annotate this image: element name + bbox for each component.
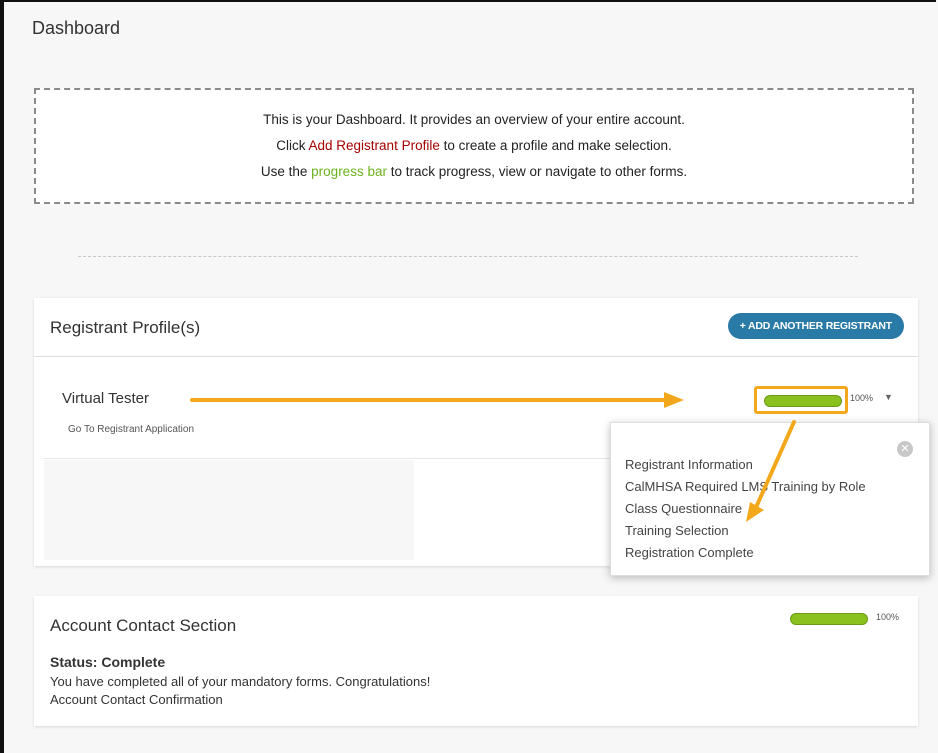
popup-item-training-selection[interactable]: Training Selection <box>625 523 729 538</box>
info-banner: This is your Dashboard. It provides an o… <box>34 88 914 204</box>
blurred-content <box>44 460 414 560</box>
registrant-profiles-title: Registrant Profile(s) <box>50 318 201 337</box>
registrant-row-divider <box>44 458 624 459</box>
banner-line-3-pre: Use the <box>260 164 312 179</box>
popup-item-registration-complete[interactable]: Registration Complete <box>625 545 754 560</box>
go-to-registrant-application-link[interactable]: Go To Registrant Application <box>68 424 194 435</box>
account-status: Status: Complete <box>50 654 166 670</box>
popup-item-registrant-information[interactable]: Registrant Information <box>625 457 753 472</box>
registrant-name: Virtual Tester <box>62 390 149 407</box>
account-contact-title: Account Contact Section <box>50 616 237 635</box>
banner-line-2: Click Add Registrant Profile to create a… <box>36 138 912 153</box>
banner-line-2-post: to create a profile and make selection. <box>439 138 672 153</box>
close-icon[interactable]: ✕ <box>897 441 913 457</box>
popup-item-class-questionnaire[interactable]: Class Questionnaire <box>625 501 742 516</box>
add-another-registrant-button[interactable]: + ADD ANOTHER REGISTRANT <box>727 313 904 339</box>
annotation-arrow-diagonal <box>746 420 796 522</box>
banner-line-1: This is your Dashboard. It provides an o… <box>263 112 685 127</box>
account-contact-card: Account Contact Section Status: Complete… <box>34 596 918 726</box>
section-divider <box>78 256 858 257</box>
account-progress-bar[interactable] <box>790 613 868 625</box>
annotation-arrow-horizontal <box>190 398 668 402</box>
banner-line-2-pre: Click <box>276 138 309 153</box>
progress-bar-text: progress bar <box>311 164 387 179</box>
banner-line-3: Use the progress bar to track progress, … <box>36 164 912 179</box>
add-registrant-profile-text: Add Registrant Profile <box>308 138 440 153</box>
registrant-progress-bar[interactable] <box>764 395 842 407</box>
banner-line-3-post: to track progress, view or navigate to o… <box>386 164 688 179</box>
account-message: You have completed all of your mandatory… <box>50 674 431 689</box>
account-progress-percent: 100% <box>876 612 900 622</box>
account-contact-confirmation-link[interactable]: Account Contact Confirmation <box>50 692 223 707</box>
page-title: Dashboard <box>32 18 121 38</box>
caret-down-icon[interactable]: ▼ <box>884 392 893 402</box>
registrant-progress-percent: 100% <box>850 393 874 403</box>
registrant-profiles-header: Registrant Profile(s) + ADD ANOTHER REGI… <box>34 298 918 357</box>
annotation-arrowhead-right <box>664 392 684 408</box>
